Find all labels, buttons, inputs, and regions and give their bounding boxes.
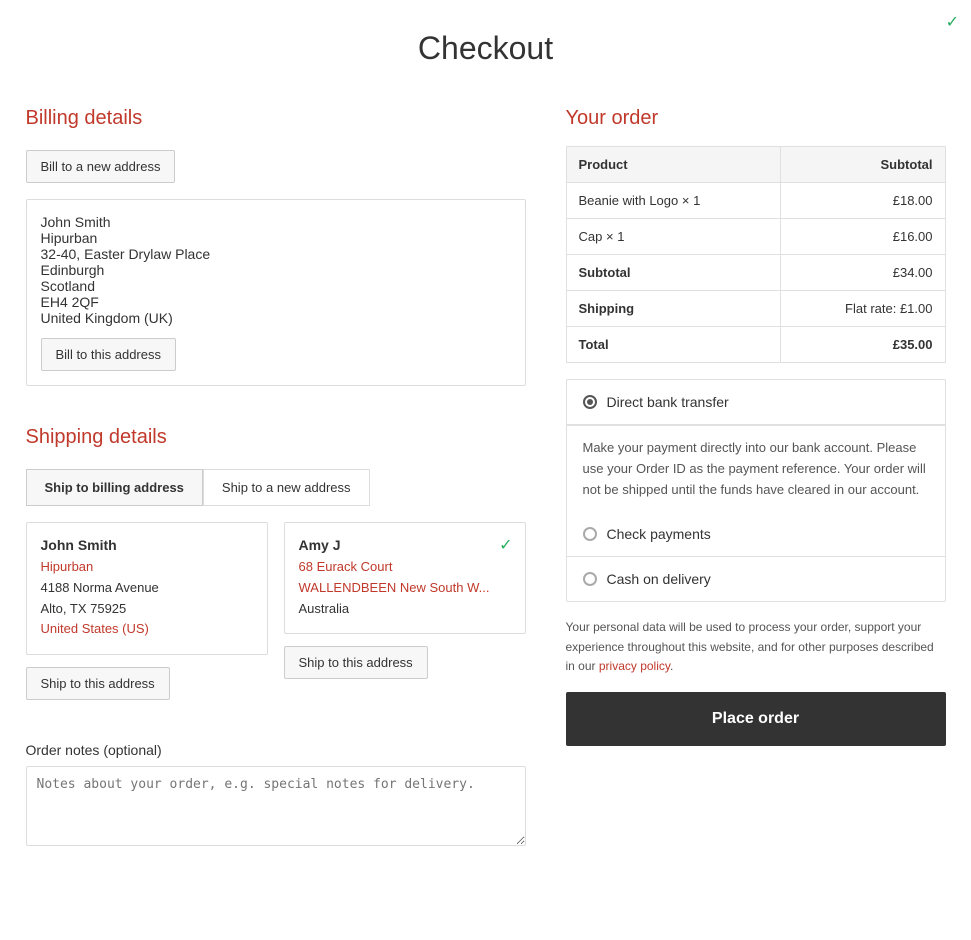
payment-check[interactable]: Check payments: [567, 512, 945, 557]
shipping-value: Flat rate: £1.00: [781, 291, 945, 327]
shipping-name-1: John Smith: [41, 537, 253, 553]
bill-new-address-button[interactable]: Bill to a new address: [26, 150, 176, 183]
shipping-section: Shipping details Ship to billing address…: [26, 426, 526, 712]
shipping-line1-1: Hipurban: [41, 557, 253, 578]
table-row: Beanie with Logo × 1 £18.00: [566, 183, 945, 219]
left-column: Billing details Bill to a new address ✓ …: [26, 107, 526, 849]
billing-line1: Hipurban: [41, 230, 511, 246]
shipping-country-1: United States (US): [41, 619, 253, 640]
payment-section: Direct bank transfer Make your payment d…: [566, 379, 946, 602]
billing-checkmark-icon: ✓: [946, 12, 959, 32]
shipping-address-card-1: John Smith Hipurban 4188 Norma Avenue Al…: [26, 522, 268, 655]
page-title: Checkout: [0, 0, 971, 107]
payment-bank-transfer[interactable]: Direct bank transfer: [567, 380, 945, 425]
right-column: Your order Product Subtotal Beanie with …: [566, 107, 946, 849]
place-order-button[interactable]: Place order: [566, 692, 946, 746]
item-1-price: £18.00: [781, 183, 945, 219]
shipping-address-cards: John Smith Hipurban 4188 Norma Avenue Al…: [26, 522, 526, 712]
table-row: Cap × 1 £16.00: [566, 219, 945, 255]
billing-address-card: ✓ John Smith Hipurban 32-40, Easter Dryl…: [26, 199, 526, 386]
privacy-note: Your personal data will be used to proce…: [566, 618, 946, 676]
privacy-policy-link[interactable]: privacy policy: [599, 659, 670, 673]
payment-check-label: Check payments: [607, 526, 711, 542]
radio-bank-transfer-icon: [583, 395, 597, 409]
subtotal-value: £34.00: [781, 255, 945, 291]
billing-region: Scotland: [41, 278, 511, 294]
subtotal-label: Subtotal: [566, 255, 781, 291]
shipping-checkmark-icon: ✓: [499, 535, 512, 555]
your-order-title: Your order: [566, 107, 946, 130]
order-notes-section: Order notes (optional): [26, 742, 526, 849]
bill-to-address-button[interactable]: Bill to this address: [41, 338, 177, 371]
billing-postcode: EH4 2QF: [41, 294, 511, 310]
ship-to-address-button-2[interactable]: Ship to this address: [284, 646, 428, 679]
billing-country: United Kingdom (UK): [41, 310, 511, 326]
radio-cod-icon: [583, 572, 597, 586]
billing-name: John Smith: [41, 214, 511, 230]
shipping-city-1: Alto, TX 75925: [41, 599, 253, 620]
shipping-address-card-2-wrap: ✓ Amy J 68 Eurack Court WALLENDBEEN New …: [284, 522, 526, 712]
shipping-address-card-1-wrap: John Smith Hipurban 4188 Norma Avenue Al…: [26, 522, 268, 712]
tab-ship-billing[interactable]: Ship to billing address: [26, 469, 203, 506]
shipping-country-2: Australia: [299, 599, 511, 620]
shipping-line2-1: 4188 Norma Avenue: [41, 578, 253, 599]
shipping-line1-2: 68 Eurack Court: [299, 557, 511, 578]
col-subtotal: Subtotal: [781, 147, 945, 183]
billing-section-title: Billing details: [26, 107, 526, 130]
total-label: Total: [566, 327, 781, 363]
shipping-label: Shipping: [566, 291, 781, 327]
shipping-line2-2: WALLENDBEEN New South W...: [299, 578, 511, 599]
shipping-section-title: Shipping details: [26, 426, 526, 449]
payment-bank-transfer-label: Direct bank transfer: [607, 394, 729, 410]
shipping-row: Shipping Flat rate: £1.00: [566, 291, 945, 327]
shipping-address-card-2: ✓ Amy J 68 Eurack Court WALLENDBEEN New …: [284, 522, 526, 634]
radio-check-icon: [583, 527, 597, 541]
item-2-price: £16.00: [781, 219, 945, 255]
payment-cod[interactable]: Cash on delivery: [567, 557, 945, 601]
bank-transfer-description: Make your payment directly into our bank…: [567, 425, 945, 512]
order-notes-label: Order notes (optional): [26, 742, 526, 758]
order-notes-input[interactable]: [26, 766, 526, 846]
billing-city: Edinburgh: [41, 262, 511, 278]
shipping-name-2: Amy J: [299, 537, 511, 553]
billing-section: Billing details Bill to a new address ✓ …: [26, 107, 526, 386]
total-value: £35.00: [781, 327, 945, 363]
col-product: Product: [566, 147, 781, 183]
subtotal-row: Subtotal £34.00: [566, 255, 945, 291]
billing-line2: 32-40, Easter Drylaw Place: [41, 246, 511, 262]
shipping-tabs: Ship to billing address Ship to a new ad…: [26, 469, 526, 506]
item-1-name: Beanie with Logo × 1: [566, 183, 781, 219]
payment-cod-label: Cash on delivery: [607, 571, 711, 587]
order-table: Product Subtotal Beanie with Logo × 1 £1…: [566, 146, 946, 363]
ship-to-address-button-1[interactable]: Ship to this address: [26, 667, 170, 700]
item-2-name: Cap × 1: [566, 219, 781, 255]
total-row: Total £35.00: [566, 327, 945, 363]
tab-ship-new[interactable]: Ship to a new address: [203, 469, 370, 506]
